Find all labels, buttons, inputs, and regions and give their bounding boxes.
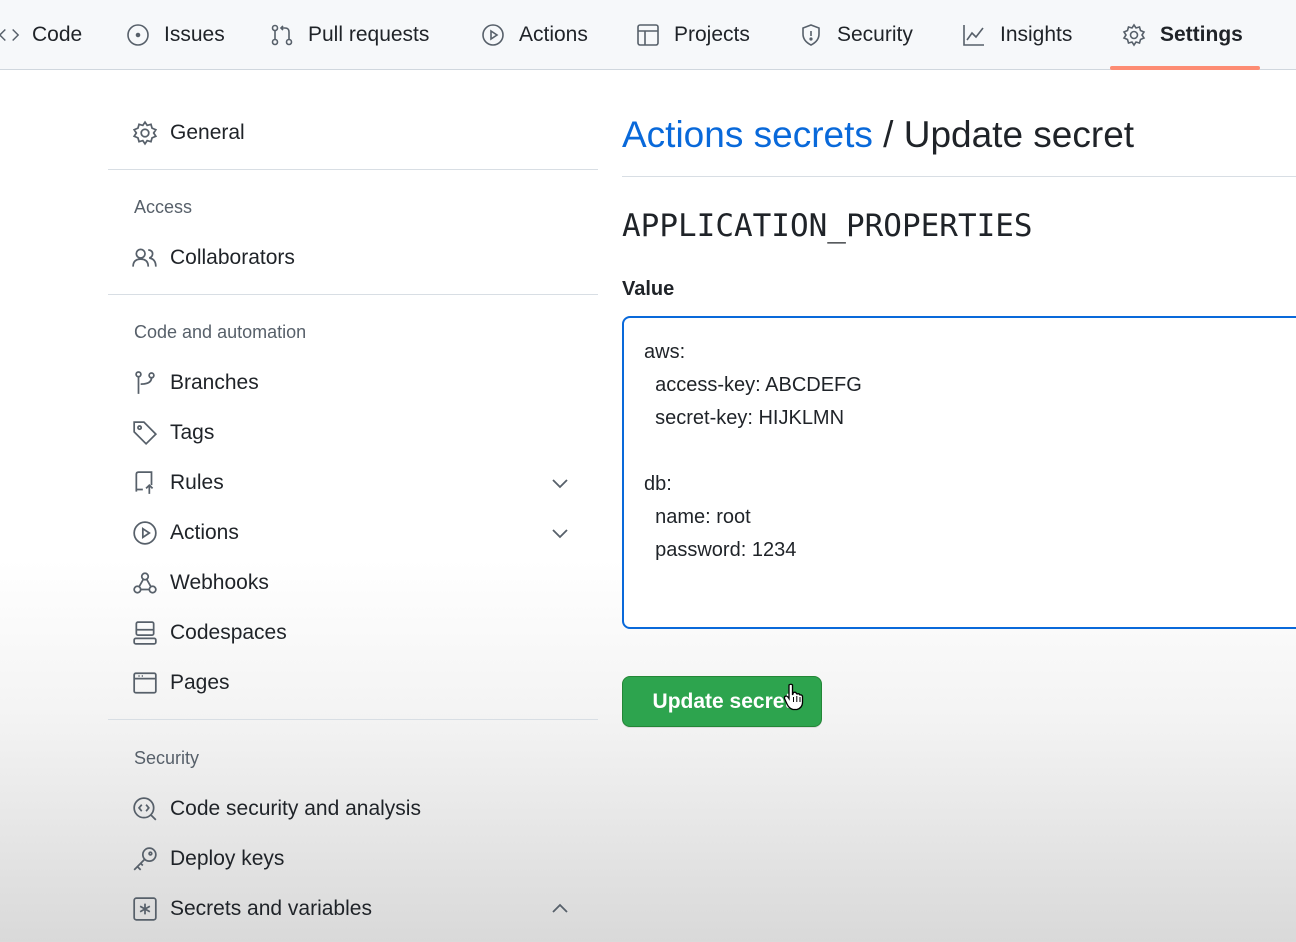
webhook-icon	[133, 572, 157, 594]
sidebar-item-general[interactable]: General	[132, 113, 245, 153]
sidebar-item-tags[interactable]: Tags	[132, 413, 214, 453]
sidebar-item-codespaces[interactable]: Codespaces	[132, 613, 287, 653]
sidebar-item-label: Collaborators	[170, 246, 295, 269]
sidebar-heading-access: Access	[134, 197, 193, 217]
sidebar-item-pages[interactable]: Pages	[132, 663, 230, 703]
tab-insights[interactable]: Insights	[962, 0, 1072, 70]
chevron-up-icon[interactable]	[548, 897, 572, 921]
tab-insights-label: Insights	[1000, 23, 1073, 46]
tab-actions-label: Actions	[519, 23, 588, 46]
value-label: Value	[622, 278, 675, 300]
sidebar-item-actions[interactable]: Actions	[132, 513, 239, 553]
sidebar-item-label: Actions	[170, 521, 239, 544]
code-icon	[0, 28, 20, 42]
tab-security-label: Security	[837, 23, 913, 46]
sidebar-item-label: General	[170, 121, 245, 144]
play-circle-icon	[482, 24, 504, 46]
sidebar-item-code-security[interactable]: Code security and analysis	[132, 789, 421, 829]
codescan-icon	[133, 797, 157, 821]
secret-name: APPLICATION_PROPERTIES	[622, 208, 1033, 244]
chevron-down-icon[interactable]	[548, 471, 572, 495]
repo-nav: Code Issues Pull requests Actions Projec…	[0, 0, 1296, 70]
page-title: Actions secrets / Update secret	[622, 114, 1134, 156]
browser-icon	[133, 672, 157, 694]
sidebar-heading-security: Security	[134, 748, 200, 768]
tab-projects-label: Projects	[674, 23, 750, 46]
gear-icon	[1122, 23, 1146, 47]
sidebar-item-label: Branches	[170, 371, 259, 394]
tab-settings[interactable]: Settings	[1122, 0, 1243, 70]
tab-code[interactable]: Code	[0, 0, 82, 70]
key-icon	[133, 847, 157, 871]
people-icon	[132, 248, 157, 267]
sidebar-item-label: Webhooks	[170, 571, 269, 594]
sidebar-item-branches[interactable]: Branches	[132, 363, 259, 403]
play-circle-icon	[133, 521, 157, 545]
table-icon	[637, 24, 659, 46]
sidebar-item-rules[interactable]: Rules	[132, 463, 224, 503]
codespaces-icon	[133, 621, 157, 645]
secret-value-textarea[interactable]	[622, 316, 1296, 629]
sidebar-item-label: Code security and analysis	[170, 797, 421, 820]
sidebar-item-collaborators[interactable]: Collaborators	[132, 238, 295, 278]
chevron-down-icon[interactable]	[548, 521, 572, 545]
sidebar-heading-code-automation: Code and automation	[134, 322, 307, 342]
tab-issues[interactable]: Issues	[126, 0, 225, 70]
tag-icon	[133, 421, 158, 446]
tab-pull-requests-label: Pull requests	[308, 23, 430, 46]
issue-circle-icon	[127, 24, 149, 46]
tab-issues-label: Issues	[164, 23, 225, 46]
sidebar-item-secrets-variables[interactable]: Secrets and variables	[132, 889, 372, 929]
tab-pull-requests[interactable]: Pull requests	[270, 0, 429, 70]
sidebar-divider	[108, 294, 598, 295]
sidebar-item-label: Secrets and variables	[170, 897, 372, 920]
tab-code-label: Code	[32, 23, 83, 46]
asterisk-box-icon	[133, 897, 157, 921]
breadcrumb-actions-secrets-link[interactable]: Actions secrets	[622, 114, 873, 155]
breadcrumb-separator: /	[872, 114, 904, 155]
sidebar-item-label: Codespaces	[170, 621, 287, 644]
repo-push-icon	[135, 471, 154, 494]
sidebar-divider	[108, 719, 598, 720]
sidebar-item-label: Tags	[170, 421, 215, 444]
sidebar-item-label: Rules	[170, 471, 224, 494]
tab-actions[interactable]: Actions	[481, 0, 588, 70]
sidebar-item-label: Deploy keys	[170, 847, 285, 870]
breadcrumb-current: Update secret	[903, 114, 1135, 155]
tab-projects[interactable]: Projects	[636, 0, 750, 70]
sidebar-item-webhooks[interactable]: Webhooks	[132, 563, 269, 603]
sidebar-item-deploy-keys[interactable]: Deploy keys	[132, 839, 284, 879]
hand-pointer-icon	[783, 683, 804, 711]
sidebar-item-label: Pages	[170, 671, 230, 694]
git-branch-icon	[135, 371, 155, 394]
tab-settings-label: Settings	[1160, 23, 1243, 46]
graph-icon	[963, 25, 984, 46]
tab-security[interactable]: Security	[799, 0, 913, 70]
gear-icon	[132, 120, 158, 146]
sidebar-divider	[108, 169, 598, 170]
pull-request-icon	[271, 24, 293, 46]
title-divider	[622, 176, 1296, 177]
selected-tab-underline	[1110, 66, 1260, 70]
shield-icon	[802, 24, 820, 46]
